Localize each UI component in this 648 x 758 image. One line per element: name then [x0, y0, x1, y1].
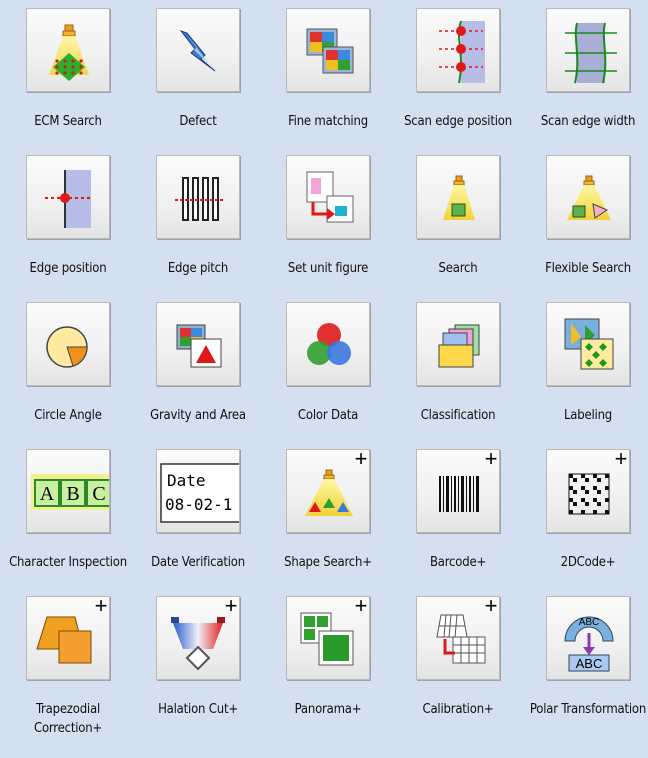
- set-unit-figure-icon: [306, 171, 354, 223]
- svg-text:+: +: [485, 450, 498, 471]
- tool-label: Fine matching: [288, 114, 368, 129]
- svg-text:ABC: ABC: [579, 617, 600, 628]
- circle-angle-icon: [46, 326, 88, 368]
- halation-cut-icon: +: [171, 597, 238, 671]
- tool-label: Color Data: [297, 408, 359, 423]
- calibration-icon-button[interactable]: +: [416, 596, 500, 680]
- barcode-icon: +: [439, 450, 498, 512]
- flexible-search-icon: [567, 175, 611, 220]
- tool-label: Barcode+: [429, 555, 487, 570]
- tool-label: Scan edge width: [540, 114, 636, 129]
- panorama-icon-button[interactable]: +: [286, 596, 370, 680]
- 2dcode-icon: +: [568, 450, 628, 515]
- tool-label: Character Inspection: [9, 555, 127, 570]
- svg-text:+: +: [485, 597, 498, 618]
- search-icon-button[interactable]: [416, 155, 500, 239]
- scan-edge-position-icon: [439, 20, 485, 84]
- edge-pitch-icon: [175, 177, 225, 221]
- 2dcode-icon-button[interactable]: +: [546, 449, 630, 533]
- tool-label: Circle Angle: [34, 408, 102, 423]
- date-verification-icon: Date 08-02-1: [160, 463, 239, 523]
- svg-text:+: +: [95, 597, 108, 618]
- fine-matching-icon-button[interactable]: [286, 8, 370, 92]
- tool-label: ECM Search: [34, 114, 102, 129]
- classification-icon: [438, 324, 480, 368]
- circle-angle-icon-button[interactable]: [26, 302, 110, 386]
- scan-edge-width-icon: [565, 22, 617, 84]
- gravity-and-area-icon-button[interactable]: [156, 302, 240, 386]
- svg-text:+: +: [615, 450, 628, 471]
- character-inspection-icon: A B C: [31, 474, 109, 510]
- halation-cut-icon-button[interactable]: +: [156, 596, 240, 680]
- tool-label: Flexible Search: [545, 261, 631, 276]
- tool-label: Trapezodial Correction+: [33, 702, 103, 736]
- shape-search-icon-button[interactable]: +: [286, 449, 370, 533]
- tool-label: Date Verification: [151, 555, 245, 570]
- defect-icon: [179, 30, 216, 72]
- tool-label: Edge pitch: [167, 261, 229, 276]
- panorama-icon: +: [300, 597, 368, 666]
- edge-pitch-icon-button[interactable]: [156, 155, 240, 239]
- svg-text:+: +: [225, 597, 238, 618]
- tool-label: Halation Cut+: [158, 702, 238, 717]
- calibration-icon: +: [436, 597, 498, 664]
- shape-search-icon: +: [305, 450, 368, 516]
- trapezoidal-correction-icon-button[interactable]: +: [26, 596, 110, 680]
- ecm-search-icon-button[interactable]: [26, 8, 110, 92]
- svg-text:B: B: [66, 483, 79, 505]
- ecm-search-icon: [49, 24, 89, 81]
- tool-label: Calibration+: [422, 702, 494, 717]
- tool-label: Labeling: [563, 408, 613, 423]
- barcode-icon-button[interactable]: +: [416, 449, 500, 533]
- tool-label: Set unit figure: [287, 261, 369, 276]
- svg-text:C: C: [92, 483, 105, 505]
- gravity-and-area-icon: [176, 324, 222, 368]
- tool-label: Scan edge position: [404, 114, 512, 129]
- trapezoidal-correction-icon: +: [36, 597, 108, 664]
- tool-label: Panorama+: [294, 702, 362, 717]
- search-icon: [443, 175, 475, 220]
- tool-label: Search: [438, 261, 478, 276]
- defect-icon-button[interactable]: [156, 8, 240, 92]
- tool-label: Classification: [420, 408, 496, 423]
- tool-grid: ECM Search Defect Fine matching Scan edg…: [0, 0, 648, 758]
- polar-transformation-icon: ABC ABC: [564, 616, 614, 672]
- set-unit-figure-icon-button[interactable]: [286, 155, 370, 239]
- tool-label: Defect: [179, 114, 217, 129]
- flexible-search-icon-button[interactable]: [546, 155, 630, 239]
- color-data-icon: [307, 323, 351, 365]
- scan-edge-width-icon-button[interactable]: [546, 8, 630, 92]
- scan-edge-position-icon-button[interactable]: [416, 8, 500, 92]
- tool-label: Shape Search+: [284, 555, 372, 570]
- svg-text:+: +: [355, 450, 368, 471]
- labeling-icon: [564, 318, 614, 370]
- svg-text:08-02-1: 08-02-1: [165, 495, 232, 514]
- tool-label: Gravity and Area: [150, 408, 246, 423]
- edge-position-icon-button[interactable]: [26, 155, 110, 239]
- classification-icon-button[interactable]: [416, 302, 500, 386]
- date-verification-icon-button[interactable]: Date 08-02-1: [156, 449, 240, 533]
- svg-text:A: A: [40, 483, 55, 505]
- tool-label: Edge position: [29, 261, 107, 276]
- labeling-icon-button[interactable]: [546, 302, 630, 386]
- svg-text:Date: Date: [167, 471, 206, 490]
- color-data-icon-button[interactable]: [286, 302, 370, 386]
- polar-transformation-icon-button[interactable]: ABC ABC: [546, 596, 630, 680]
- svg-text:+: +: [355, 597, 368, 618]
- tool-label: Polar Transformation: [529, 702, 647, 717]
- edge-position-icon: [45, 170, 91, 228]
- character-inspection-icon-button[interactable]: A B C: [26, 449, 110, 533]
- tool-label: 2DCode+: [560, 555, 616, 570]
- svg-text:ABC: ABC: [576, 656, 603, 671]
- fine-matching-icon: [306, 28, 354, 74]
